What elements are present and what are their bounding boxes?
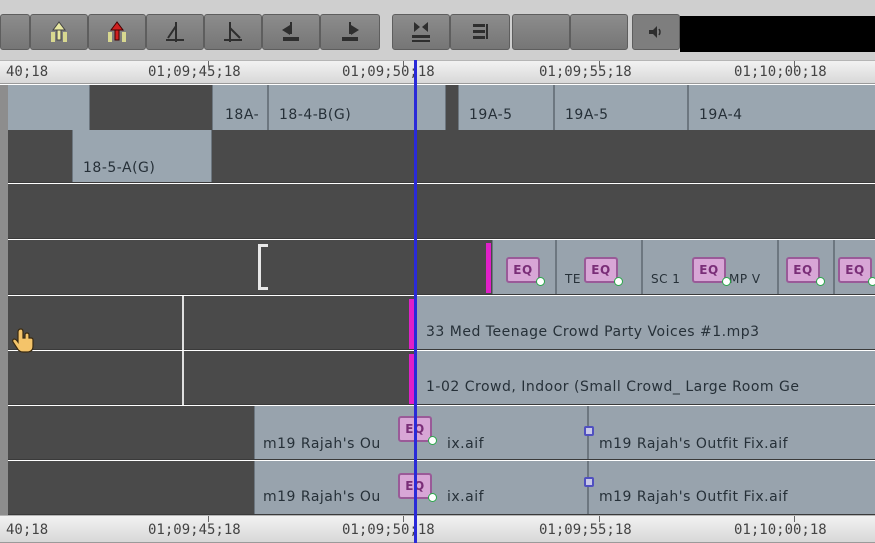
eq-status-dot (868, 277, 875, 286)
ruler-label: 01;09;45;18 (148, 64, 241, 80)
in-bracket (258, 244, 268, 290)
lift-icon (51, 21, 67, 42)
speaker-icon (649, 26, 661, 38)
ruler-label: 01;09;45;18 (148, 522, 241, 538)
track-a4[interactable]: m19 Rajah's Ou ix.aif m19 Rajah's Outfit… (8, 406, 875, 460)
eq-badge[interactable]: EQ (786, 257, 825, 286)
clip-rajahs-outfit-2[interactable]: m19 Rajah's Outfit Fix.aif (588, 406, 875, 459)
ruler-label: 40;18 (6, 522, 49, 538)
timecode-ruler-bottom[interactable]: 40;18 01;09;45;18 01;09;50;18 01;09;55;1… (0, 515, 875, 543)
trim-left-icon (166, 22, 184, 42)
overwrite-right-icon (342, 22, 359, 41)
clip-label: MP V (729, 272, 761, 286)
clip-crowd-party-voices[interactable]: 33 Med Teenage Crowd Party Voices #1.mp3 (415, 296, 875, 349)
ruler-tick (599, 516, 600, 522)
eq-status-dot (614, 277, 623, 286)
ruler-label: 01;09;50;18 (342, 64, 435, 80)
clip-18-5-a[interactable]: 18-5-A(G) (72, 130, 212, 182)
ruler-tick (599, 61, 600, 67)
eq-status-dot (536, 277, 545, 286)
track-a5[interactable]: m19 Rajah's Ou ix.aif m19 Rajah's Outfit… (8, 461, 875, 515)
ruler-label: 01;10;00;18 (734, 64, 827, 80)
clip-label: 33 Med Teenage Crowd Party Voices #1.mp3 (426, 324, 760, 340)
empty-button-2[interactable] (570, 14, 628, 50)
ruler-tick (403, 516, 404, 522)
track-empty[interactable] (8, 184, 875, 239)
trim-left-button[interactable] (146, 14, 204, 50)
lift-button[interactable] (30, 14, 88, 50)
eq-badge[interactable]: EQ (838, 257, 875, 286)
ruler-tick (403, 61, 404, 67)
ruler-label: 01;09;55;18 (539, 522, 632, 538)
toolbar-button-partial[interactable] (0, 14, 30, 50)
track-a3[interactable]: 1-02 Crowd, Indoor (Small Crowd_ Large R… (8, 351, 875, 405)
trim-right-icon (224, 22, 242, 42)
ruler-tick (208, 516, 209, 522)
extract-icon (108, 21, 126, 42)
splice-button[interactable] (392, 14, 450, 50)
eq-status-dot (428, 436, 437, 445)
ruler-label: 01;09;50;18 (342, 522, 435, 538)
trim-right-button[interactable] (204, 14, 262, 50)
clip-label: SC 1 (651, 272, 681, 286)
clip-label: m19 Rajah's Outfit Fix.aif (599, 436, 789, 452)
ruler-tick (208, 61, 209, 67)
list-icon (473, 24, 488, 39)
ruler-tick (794, 61, 795, 67)
timeline-left-margin (0, 85, 8, 515)
edit-line (182, 351, 184, 405)
ruler-tick (794, 516, 795, 522)
audio-button[interactable] (632, 14, 680, 50)
ruler-label: 01;10;00;18 (734, 522, 827, 538)
track-v1[interactable]: 18-5-A(G) (8, 130, 875, 183)
eq-badge[interactable]: EQ (692, 257, 731, 286)
eq-badge[interactable]: EQ (584, 257, 623, 286)
clip-label: TE (565, 272, 581, 286)
clip-label: 18-5-A(G) (83, 160, 156, 176)
track-a2[interactable]: 33 Med Teenage Crowd Party Voices #1.mp3 (8, 296, 875, 350)
clip-crowd-indoor[interactable]: 1-02 Crowd, Indoor (Small Crowd_ Large R… (415, 351, 875, 404)
clip-label: 19A-5 (469, 107, 513, 123)
edit-line (182, 296, 184, 350)
eq-status-dot (722, 277, 731, 286)
extract-button[interactable] (88, 14, 146, 50)
eq-status-dot (816, 277, 825, 286)
transition-marker[interactable] (486, 243, 491, 293)
timecode-ruler-top[interactable]: 40;18 01;09;45;18 01;09;50;18 01;09;55;1… (0, 60, 875, 84)
clip-label: 1-02 Crowd, Indoor (Small Crowd_ Large R… (426, 379, 800, 395)
clip-label-prefix: m19 Rajah's Ou (263, 489, 381, 505)
eq-status-dot (428, 493, 437, 502)
hand-cursor-icon (10, 326, 40, 360)
splice-icon (412, 22, 430, 42)
keyframe-icon[interactable] (584, 426, 594, 436)
clip-label: 19A-4 (699, 107, 743, 123)
clip-label: 18-4-B(G) (279, 107, 352, 123)
clip-label-suffix: ix.aif (447, 436, 485, 452)
track-a1[interactable]: TE SC 1 MP V EQ EQ EQ EQ EQ (8, 240, 875, 295)
overwrite-left-button[interactable] (262, 14, 320, 50)
list-button[interactable] (450, 14, 510, 50)
clip-label-suffix: ix.aif (447, 489, 485, 505)
eq-badge[interactable]: EQ (506, 257, 545, 286)
overwrite-left-icon (282, 22, 299, 41)
ruler-label: 40;18 (6, 64, 49, 80)
clip-label: 19A-5 (565, 107, 609, 123)
clip-label-prefix: m19 Rajah's Ou (263, 436, 381, 452)
keyframe-icon[interactable] (584, 477, 594, 487)
toolbar (0, 0, 875, 60)
playhead[interactable] (414, 60, 417, 543)
overwrite-right-button[interactable] (320, 14, 380, 50)
audio-meter (680, 16, 875, 52)
clip-label: m19 Rajah's Outfit Fix.aif (599, 489, 789, 505)
clip-label: 18A- (225, 107, 260, 123)
empty-button-1[interactable] (512, 14, 570, 50)
ruler-label: 01;09;55;18 (539, 64, 632, 80)
clip-rajahs-outfit-4[interactable]: m19 Rajah's Outfit Fix.aif (588, 461, 875, 514)
